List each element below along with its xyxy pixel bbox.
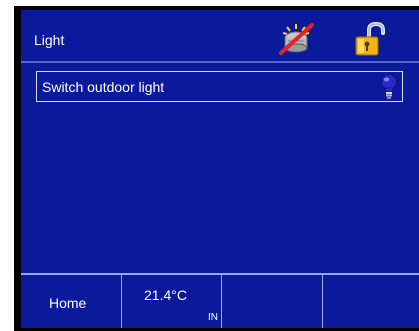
unlocked-padlock-icon[interactable] [351, 22, 391, 56]
alarm-off-icon[interactable] [276, 22, 316, 56]
footer-empty-cell-1 [222, 275, 323, 328]
footer-empty-cell-2 [323, 275, 419, 328]
header-divider [21, 61, 419, 63]
home-button[interactable]: Home [21, 275, 122, 328]
temperature-cell: 21.4°C IN [122, 275, 222, 328]
home-label: Home [49, 295, 87, 311]
switch-outdoor-light-button[interactable]: Switch outdoor light [36, 71, 403, 102]
panel-screen: Light Switch outdoor light Home 21.4°C I… [21, 10, 419, 328]
item-label: Switch outdoor light [42, 79, 165, 95]
footer-bar: Home 21.4°C IN [21, 273, 419, 328]
light-bulb-icon [381, 74, 397, 99]
header-bar: Light [21, 10, 419, 61]
page-title: Light [34, 32, 65, 48]
temperature-value: 21.4°C [144, 287, 187, 303]
temperature-source: IN [208, 312, 218, 323]
